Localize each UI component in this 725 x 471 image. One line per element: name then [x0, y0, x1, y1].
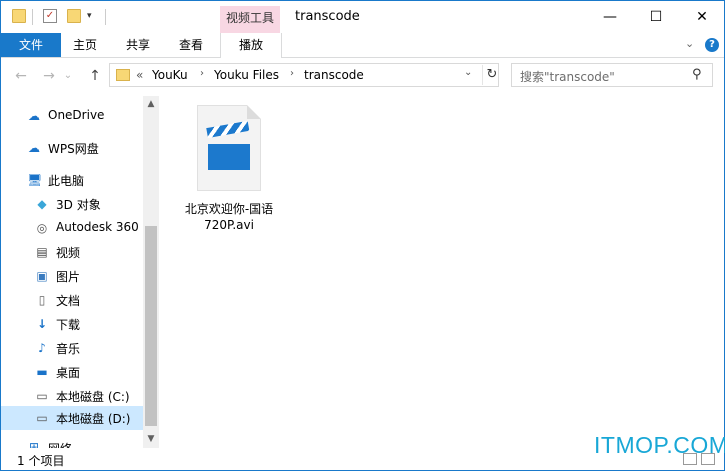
- properties-icon[interactable]: ✓: [43, 9, 57, 23]
- video-file-icon: [197, 105, 261, 191]
- sidebar-item-music[interactable]: ♪ 音乐: [1, 336, 143, 360]
- sidebar-item-wps[interactable]: ☁ WPS网盘: [1, 136, 143, 160]
- tab-play[interactable]: 播放: [220, 33, 282, 58]
- contextual-tab-video-tools: 视频工具: [220, 6, 280, 33]
- refresh-button[interactable]: ↻: [482, 65, 501, 85]
- scroll-up-icon[interactable]: ▲: [143, 97, 159, 111]
- sidebar-item-onedrive[interactable]: ☁ OneDrive: [1, 104, 143, 128]
- sidebar-item-drive-d[interactable]: ▭ 本地磁盘 (D:): [1, 406, 143, 430]
- sidebar-item-this-pc[interactable]: 🖥 此电脑: [1, 168, 143, 192]
- sidebar-item-label: 网络: [48, 440, 72, 448]
- network-icon: ⊞: [28, 440, 40, 448]
- title-bar: ✓ ▾ 视频工具 transcode — ☐ ✕: [1, 1, 724, 33]
- divider: [105, 9, 106, 25]
- folder-icon: [116, 69, 130, 81]
- drive-icon: ▭: [36, 389, 48, 403]
- sidebar-item-3d-objects[interactable]: ◆ 3D 对象: [1, 192, 143, 216]
- ribbon-tab-bar: 文件 主页 共享 查看 播放 ⌄ ?: [1, 33, 724, 58]
- sidebar-item-documents[interactable]: ▯ 文档: [1, 288, 143, 312]
- explorer-window: ✓ ▾ 视频工具 transcode — ☐ ✕ 文件 主页 共享 查看 播放 …: [0, 0, 725, 471]
- sidebar-item-drive-c[interactable]: ▭ 本地磁盘 (C:): [1, 384, 143, 408]
- video-icon: ▤: [36, 245, 48, 259]
- tab-view[interactable]: 查看: [179, 33, 203, 57]
- minimize-button[interactable]: —: [587, 1, 633, 33]
- picture-icon: ▣: [36, 269, 48, 283]
- window-title: transcode: [295, 9, 360, 24]
- file-item[interactable]: 北京欢迎你-国语 720P.avi: [179, 105, 279, 235]
- folder-icon[interactable]: [12, 9, 26, 23]
- tab-home[interactable]: 主页: [73, 33, 97, 57]
- sidebar-item-label: 文档: [56, 294, 81, 308]
- desktop-icon: ▬: [36, 365, 48, 379]
- sidebar-item-label: 桌面: [56, 366, 81, 380]
- expand-ribbon-icon[interactable]: ⌄: [685, 37, 694, 50]
- cloud-icon: ☁: [28, 141, 40, 155]
- download-icon: ↓: [36, 317, 48, 331]
- breadcrumb-youku-files[interactable]: Youku Files: [214, 68, 279, 82]
- file-name-line1: 北京欢迎你-国语: [184, 202, 274, 216]
- sidebar-item-label: 本地磁盘 (C:): [56, 390, 130, 404]
- sidebar-item-videos[interactable]: ▤ 视频: [1, 240, 143, 264]
- tab-file[interactable]: 文件: [1, 33, 61, 57]
- breadcrumb-separator[interactable]: ›: [200, 68, 204, 79]
- file-name: 北京欢迎你-国语 720P.avi: [179, 201, 279, 233]
- sidebar-item-label: 下载: [56, 318, 81, 332]
- sidebar-item-label: 音乐: [56, 342, 81, 356]
- sidebar-item-network[interactable]: ⊞ 网络: [1, 434, 143, 448]
- sidebar-item-pictures[interactable]: ▣ 图片: [1, 264, 143, 288]
- breadcrumb-separator[interactable]: ›: [290, 68, 294, 79]
- document-icon: ▯: [38, 293, 46, 307]
- sidebar-item-label: 本地磁盘 (D:): [56, 412, 131, 426]
- sidebar-item-label: Autodesk 360: [56, 220, 139, 234]
- navigation-pane: ☁ OneDrive ☁ WPS网盘 🖥 此电脑 ◆ 3D 对象 ◎ Autod…: [1, 96, 159, 448]
- divider: [32, 9, 33, 25]
- search-input[interactable]: 搜索"transcode": [520, 68, 615, 85]
- cloud-icon: ☁: [28, 109, 40, 123]
- maximize-button[interactable]: ☐: [633, 1, 679, 33]
- new-folder-icon[interactable]: [67, 9, 81, 23]
- address-dropdown-icon[interactable]: ⌄: [464, 67, 472, 78]
- sidebar-item-label: 图片: [56, 270, 81, 284]
- sidebar-item-downloads[interactable]: ↓ 下载: [1, 312, 143, 336]
- cube-icon: ◆: [37, 197, 47, 211]
- drive-icon: ▭: [36, 411, 48, 425]
- breadcrumb-transcode[interactable]: transcode: [304, 68, 364, 82]
- sidebar-item-label: 视频: [56, 246, 81, 260]
- help-icon[interactable]: ?: [705, 38, 719, 52]
- sidebar-item-label: OneDrive: [48, 108, 105, 122]
- back-button[interactable]: ←: [11, 65, 31, 87]
- up-button[interactable]: ↑: [85, 65, 105, 87]
- sidebar-item-autodesk[interactable]: ◎ Autodesk 360: [1, 216, 143, 240]
- close-button[interactable]: ✕: [679, 1, 724, 33]
- recent-locations-button[interactable]: ⌄: [61, 65, 75, 87]
- watermark: ITMOP.COM: [594, 432, 725, 458]
- sidebar-item-label: 此电脑: [48, 174, 85, 188]
- sidebar-item-label: WPS网盘: [48, 142, 99, 156]
- customize-quick-access-icon[interactable]: ▾: [87, 11, 92, 21]
- item-count: 1 个项目: [17, 454, 65, 468]
- tab-share[interactable]: 共享: [126, 33, 150, 57]
- file-name-line2: 720P.avi: [204, 218, 254, 232]
- search-box[interactable]: 搜索"transcode" ⚲: [511, 63, 713, 87]
- breadcrumb-overflow[interactable]: «: [136, 68, 143, 82]
- computer-icon: 🖥: [27, 173, 43, 187]
- scroll-down-icon[interactable]: ▼: [143, 432, 159, 446]
- sidebar-item-label: 3D 对象: [56, 198, 101, 212]
- address-bar[interactable]: « YouKu › Youku Files › transcode ⌄ ↻: [109, 63, 499, 87]
- search-icon[interactable]: ⚲: [692, 67, 702, 82]
- breadcrumb-youku[interactable]: YouKu: [152, 68, 188, 82]
- music-icon: ♪: [38, 341, 46, 355]
- scrollbar-thumb[interactable]: [145, 226, 157, 426]
- autodesk-icon: ◎: [36, 221, 48, 235]
- sidebar-item-desktop[interactable]: ▬ 桌面: [1, 360, 143, 384]
- forward-button[interactable]: →: [39, 65, 59, 87]
